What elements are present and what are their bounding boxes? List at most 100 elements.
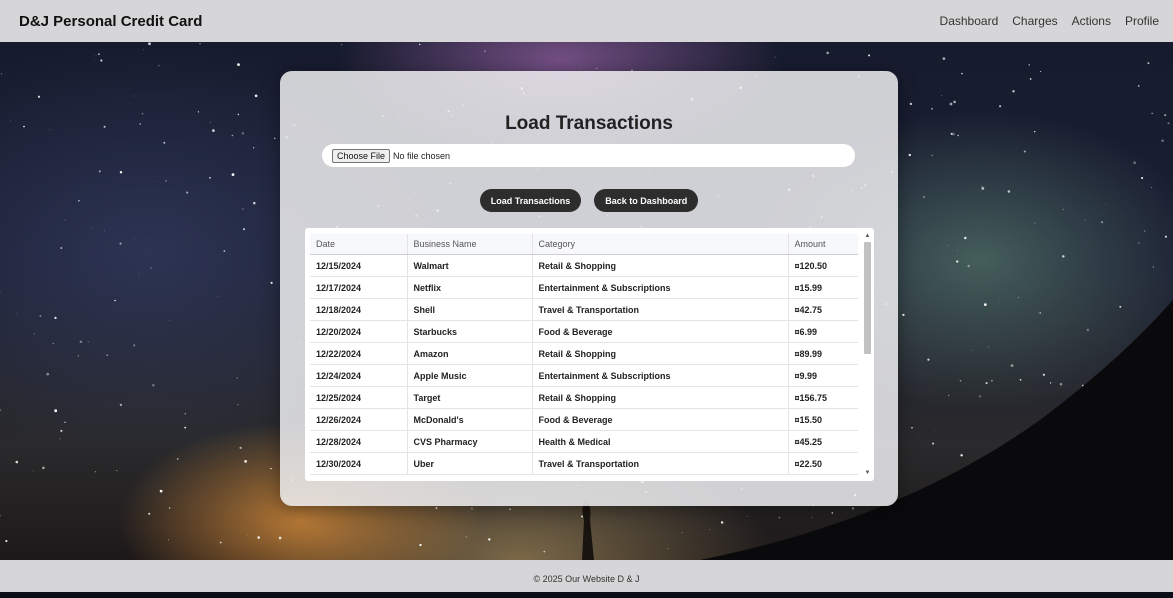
- star: [53, 343, 54, 344]
- star: [910, 103, 912, 105]
- star: [967, 265, 969, 267]
- cell-date: 12/22/2024: [310, 343, 407, 365]
- cell-date: 12/28/2024: [310, 431, 407, 453]
- star: [927, 359, 929, 361]
- star: [471, 507, 473, 509]
- scroll-down-arrow-icon[interactable]: ▼: [863, 469, 872, 477]
- star: [951, 133, 953, 135]
- star: [779, 517, 781, 519]
- cell-amount: ¤6.99: [788, 321, 858, 343]
- star: [91, 227, 92, 228]
- star: [986, 382, 988, 384]
- scroll-up-arrow-icon[interactable]: ▲: [863, 232, 872, 240]
- star: [466, 536, 467, 537]
- back-to-dashboard-button[interactable]: Back to Dashboard: [594, 189, 698, 212]
- brand-title: D&J Personal Credit Card: [19, 13, 202, 30]
- star: [148, 42, 151, 45]
- star: [279, 537, 282, 540]
- star: [54, 409, 57, 412]
- star: [988, 346, 989, 347]
- cell-amount: ¤45.25: [788, 431, 858, 453]
- star: [242, 132, 244, 134]
- cell-category: Health & Medical: [532, 431, 788, 453]
- star: [1040, 71, 1041, 72]
- star: [243, 228, 245, 230]
- star: [120, 171, 122, 173]
- choose-file-button[interactable]: Choose File: [332, 149, 390, 163]
- star: [239, 447, 241, 449]
- transactions-table-container[interactable]: Date Business Name Category Amount 12/15…: [305, 228, 874, 481]
- star: [941, 96, 942, 97]
- star: [1101, 221, 1103, 223]
- star: [961, 73, 963, 75]
- star: [15, 461, 18, 464]
- file-input[interactable]: Choose File No file chosen: [322, 144, 855, 167]
- cell-business: CVS Pharmacy: [407, 431, 532, 453]
- star: [1165, 236, 1167, 238]
- star: [80, 340, 83, 343]
- star: [64, 422, 65, 423]
- star: [142, 113, 144, 115]
- star: [60, 430, 62, 432]
- star: [244, 460, 247, 463]
- star: [133, 344, 135, 346]
- star: [257, 536, 260, 539]
- star: [950, 103, 953, 106]
- star: [747, 516, 748, 517]
- cell-business: Starbucks: [407, 321, 532, 343]
- nav-link-profile[interactable]: Profile: [1125, 14, 1159, 28]
- cell-date: 12/26/2024: [310, 409, 407, 431]
- load-transactions-button[interactable]: Load Transactions: [480, 189, 582, 212]
- column-header-amount: Amount: [788, 234, 858, 255]
- nav-links: Dashboard Charges Actions Profile: [940, 14, 1159, 28]
- star: [1168, 122, 1170, 124]
- table-scrollbar[interactable]: ▲ ▼: [863, 232, 872, 477]
- cell-amount: ¤120.50: [788, 255, 858, 277]
- footer-copyright: © 2025 Our Website D & J: [533, 574, 639, 584]
- cell-amount: ¤9.99: [788, 365, 858, 387]
- star: [33, 470, 34, 471]
- star: [999, 105, 1001, 107]
- table-row: 12/20/2024 Starbucks Food & Beverage ¤6.…: [310, 321, 858, 343]
- cell-category: Food & Beverage: [532, 321, 788, 343]
- star: [581, 516, 583, 518]
- nav-link-actions[interactable]: Actions: [1072, 14, 1111, 28]
- star: [114, 300, 116, 302]
- star: [10, 120, 11, 121]
- nav-link-charges[interactable]: Charges: [1012, 14, 1057, 28]
- scrollbar-thumb[interactable]: [864, 242, 871, 354]
- star: [5, 540, 7, 542]
- star: [1008, 190, 1011, 193]
- table-row: 12/18/2024 Shell Travel & Transportation…: [310, 299, 858, 321]
- cell-category: Retail & Shopping: [532, 343, 788, 365]
- star: [170, 320, 171, 321]
- star: [537, 56, 538, 57]
- nav-link-dashboard[interactable]: Dashboard: [940, 14, 999, 28]
- star: [34, 333, 35, 334]
- star: [212, 129, 215, 132]
- cell-category: Retail & Shopping: [532, 255, 788, 277]
- star: [160, 490, 163, 493]
- cell-business: Amazon: [407, 343, 532, 365]
- star: [100, 59, 102, 61]
- star: [580, 68, 581, 69]
- star: [852, 507, 854, 509]
- star: [831, 512, 833, 514]
- star: [1062, 255, 1065, 258]
- cell-category: Retail & Shopping: [532, 387, 788, 409]
- star: [1018, 297, 1019, 298]
- star: [812, 517, 813, 518]
- cell-category: Entertainment & Subscriptions: [532, 277, 788, 299]
- table-header-row: Date Business Name Category Amount: [310, 234, 858, 255]
- cell-amount: ¤15.50: [788, 409, 858, 431]
- star: [163, 142, 165, 144]
- star: [237, 63, 240, 66]
- table-row: 12/15/2024 Walmart Retail & Shopping ¤12…: [310, 255, 858, 277]
- star: [232, 173, 235, 176]
- star: [106, 354, 107, 355]
- star: [98, 53, 100, 55]
- table-row: 12/17/2024 Netflix Entertainment & Subsc…: [310, 277, 858, 299]
- star: [1153, 266, 1154, 267]
- star: [209, 177, 211, 179]
- star: [956, 260, 958, 262]
